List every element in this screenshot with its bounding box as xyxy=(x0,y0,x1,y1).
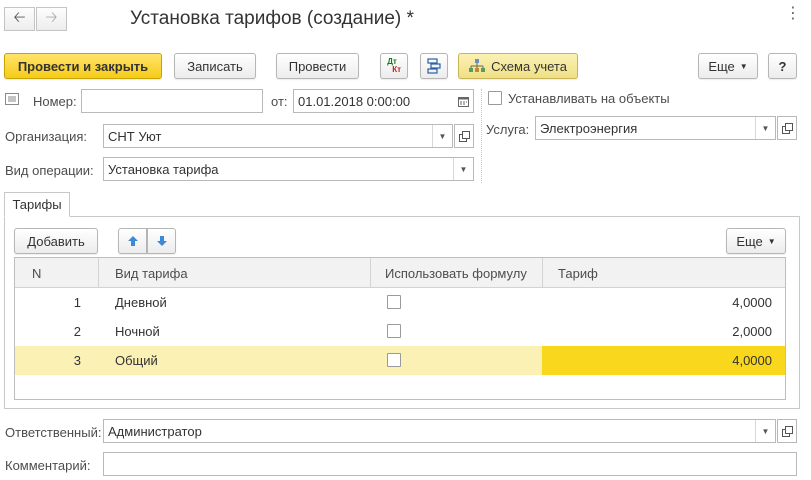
comment-label: Комментарий: xyxy=(5,458,91,473)
row-rate-selected[interactable]: 4,0000 xyxy=(542,346,785,375)
hierarchy-icon xyxy=(469,59,486,72)
table-row[interactable]: 2 Ночной 2,0000 xyxy=(15,317,785,346)
set-on-objects-checkbox[interactable] xyxy=(488,91,502,105)
date-input[interactable]: 01.01.2018 0:00:00 xyxy=(293,89,474,113)
operation-select[interactable]: Установка тарифа ▼ xyxy=(103,157,474,181)
chevron-down-icon[interactable]: ▼ xyxy=(432,125,452,147)
row-use-formula-checkbox[interactable] xyxy=(387,295,401,309)
kt-label: Кт xyxy=(392,65,401,74)
date-label: от: xyxy=(271,94,288,109)
arrow-left-icon: 🡠 xyxy=(13,8,26,26)
column-separator xyxy=(542,258,543,288)
column-rate[interactable]: Тариф xyxy=(558,258,598,288)
number-label: Номер: xyxy=(33,94,77,109)
row-tariff-type[interactable]: Дневной xyxy=(115,288,167,317)
arrow-down-icon xyxy=(156,236,167,246)
organization-select[interactable]: СНТ Уют ▼ xyxy=(103,124,453,148)
chevron-down-icon: ▼ xyxy=(739,61,748,71)
forward-button[interactable]: 🡢 xyxy=(36,7,67,31)
operation-label: Вид операции: xyxy=(5,163,94,178)
set-on-objects-label: Устанавливать на объекты xyxy=(508,91,670,106)
chevron-down-icon: ▼ xyxy=(767,236,776,246)
row-number: 2 xyxy=(73,324,81,339)
row-use-formula-checkbox[interactable] xyxy=(387,353,401,367)
move-down-button[interactable] xyxy=(147,228,176,254)
row-number: 1 xyxy=(73,295,81,310)
tariffs-table: N Вид тарифа Использовать формулу Тариф … xyxy=(14,257,786,400)
arrow-up-icon xyxy=(127,236,138,246)
organization-value: СНТ Уют xyxy=(108,128,162,144)
move-up-button[interactable] xyxy=(118,228,147,254)
save-button[interactable]: Записать xyxy=(174,53,256,79)
open-icon xyxy=(781,122,793,134)
accounting-scheme-label: Схема учета xyxy=(491,58,567,74)
responsible-open-button[interactable] xyxy=(777,419,797,443)
table-header: N Вид тарифа Использовать формулу Тариф xyxy=(15,258,785,288)
date-value: 01.01.2018 0:00:00 xyxy=(298,93,411,109)
row-tariff-type[interactable]: Ночной xyxy=(115,317,160,346)
comment-input[interactable] xyxy=(103,452,797,476)
organization-open-button[interactable] xyxy=(454,124,474,148)
column-divider xyxy=(481,89,482,183)
open-icon xyxy=(781,425,793,437)
chevron-down-icon[interactable]: ▼ xyxy=(755,420,775,442)
chevron-down-icon[interactable]: ▼ xyxy=(453,158,473,180)
post-and-close-button[interactable]: Провести и закрыть xyxy=(4,53,162,79)
organization-label: Организация: xyxy=(5,129,88,144)
column-separator xyxy=(370,258,371,288)
row-rate[interactable]: 4,0000 xyxy=(542,288,772,317)
row-use-formula-checkbox[interactable] xyxy=(387,324,401,338)
row-number: 3 xyxy=(73,353,81,368)
accounting-scheme-button[interactable]: Схема учета xyxy=(458,53,578,79)
service-open-button[interactable] xyxy=(777,116,797,140)
table-row[interactable]: 1 Дневной 4,0000 xyxy=(15,288,785,317)
dtkt-button[interactable]: Дт Кт xyxy=(380,53,408,79)
structure-button[interactable] xyxy=(420,53,448,79)
calendar-icon[interactable] xyxy=(453,90,473,112)
table-more-button[interactable]: Еще ▼ xyxy=(726,228,786,254)
help-button[interactable]: ? xyxy=(768,53,797,79)
column-tariff-type[interactable]: Вид тарифа xyxy=(115,258,188,288)
document-icon xyxy=(5,93,19,105)
column-use-formula[interactable]: Использовать формулу xyxy=(385,258,527,288)
open-icon xyxy=(458,130,470,142)
more-dots-icon[interactable]: ⋮ xyxy=(785,6,801,22)
service-value: Электроэнергия xyxy=(540,120,638,136)
row-rate[interactable]: 2,0000 xyxy=(542,317,772,346)
more-button[interactable]: Еще ▼ xyxy=(698,53,758,79)
more-label: Еще xyxy=(708,58,735,74)
responsible-label: Ответственный: xyxy=(5,425,102,440)
responsible-value: Администратор xyxy=(108,423,202,439)
table-more-label: Еще xyxy=(736,233,763,249)
add-row-button[interactable]: Добавить xyxy=(14,228,98,254)
responsible-select[interactable]: Администратор ▼ xyxy=(103,419,776,443)
operation-value: Установка тарифа xyxy=(108,161,219,177)
table-row-selected[interactable]: 3 Общий 4,0000 xyxy=(15,346,785,375)
dtkt-icon: Дт Кт xyxy=(387,58,401,74)
chevron-down-icon[interactable]: ▼ xyxy=(755,117,775,139)
tab-tariffs[interactable]: Тарифы xyxy=(4,192,70,217)
number-input[interactable] xyxy=(81,89,263,113)
post-button[interactable]: Провести xyxy=(276,53,359,79)
service-label: Услуга: xyxy=(486,122,530,137)
column-n[interactable]: N xyxy=(32,258,41,288)
arrow-right-icon: 🡢 xyxy=(45,8,58,26)
window-title: Установка тарифов (создание) * xyxy=(130,8,414,29)
service-select[interactable]: Электроэнергия ▼ xyxy=(535,116,776,140)
back-button[interactable]: 🡠 xyxy=(4,7,35,31)
column-separator xyxy=(98,258,99,288)
structure-icon xyxy=(427,58,441,74)
row-tariff-type[interactable]: Общий xyxy=(115,346,158,375)
